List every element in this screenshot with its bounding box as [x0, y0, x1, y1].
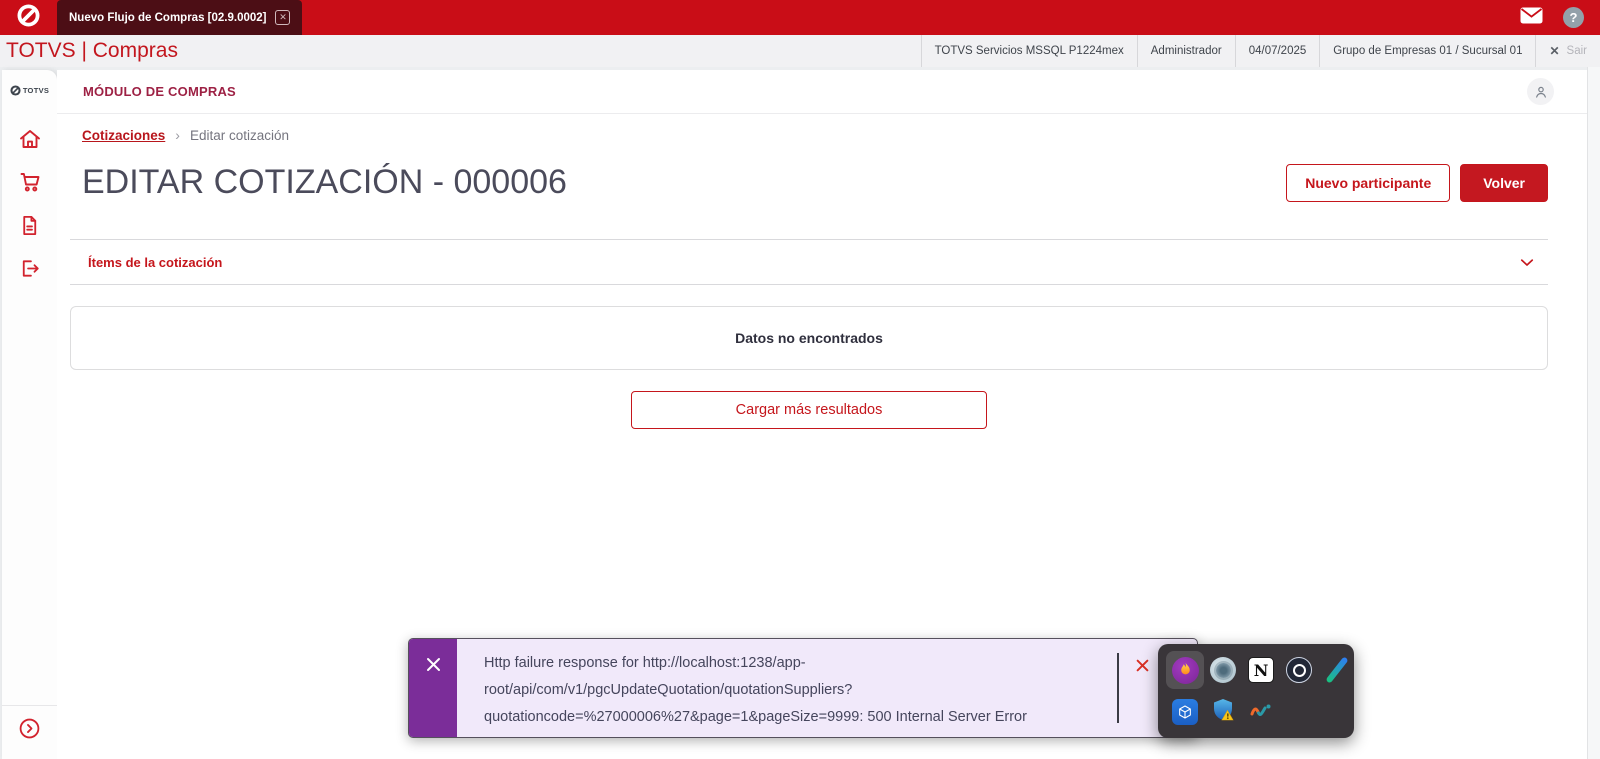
totvs-mini-logo-icon — [10, 85, 21, 96]
dock-gear-sphere-app[interactable] — [1204, 651, 1242, 689]
module-header: MÓDULO DE COMPRAS — [57, 70, 1600, 114]
page-title: EDITAR COTIZACIÓN - 000006 — [82, 163, 567, 201]
toast-message-line: quotationcode=%27000006%27&page=1&pageSi… — [484, 708, 1027, 725]
logout-x-icon: ✕ — [1549, 44, 1560, 58]
notion-app-icon: N — [1248, 657, 1274, 683]
mail-icon[interactable] — [1520, 7, 1543, 29]
dock-ring-app[interactable] — [1280, 651, 1318, 689]
dock-cube-app[interactable] — [1166, 693, 1204, 731]
flame-app-icon — [1171, 656, 1199, 684]
sidebar-item-purchases[interactable] — [17, 169, 43, 195]
empty-state-box: Datos no encontrados — [70, 306, 1548, 370]
tab-close-icon[interactable]: ✕ — [275, 10, 291, 25]
pen-app-icon — [1325, 656, 1349, 684]
dock-squiggle-app[interactable] — [1242, 693, 1280, 731]
quotation-items-section-header[interactable]: Ítems de la cotización — [70, 240, 1548, 285]
document-icon — [23, 215, 37, 235]
chevron-down-icon[interactable] — [1518, 253, 1536, 271]
breadcrumb-separator-icon: › — [175, 127, 180, 143]
sidebar-logo-label: TOTVS — [22, 86, 50, 95]
date-info: 04/07/2025 — [1234, 35, 1320, 67]
dock-flame-app[interactable] — [1166, 651, 1204, 689]
load-more-button[interactable]: Cargar más resultados — [631, 391, 987, 429]
user-avatar-button[interactable] — [1527, 78, 1554, 105]
squiggle-app-icon — [1249, 702, 1273, 723]
sidebar-item-home[interactable] — [17, 126, 43, 152]
sidebar-expand-button[interactable] — [18, 717, 41, 745]
sidebar: TOTVS — [2, 70, 57, 759]
close-icon — [426, 658, 440, 671]
breadcrumb-cotizaciones-link[interactable]: Cotizaciones — [82, 128, 165, 143]
logout-button[interactable]: ✕ Sair — [1535, 35, 1600, 67]
dock-security-shield-app[interactable] — [1204, 693, 1242, 731]
cube-app-icon — [1172, 699, 1198, 725]
dock-pen-app[interactable] — [1318, 651, 1356, 689]
shopping-cart-icon — [20, 173, 39, 192]
company-branch-info: Grupo de Empresas 01 / Sucursal 01 — [1319, 35, 1535, 67]
new-participant-button[interactable]: Nuevo participante — [1286, 163, 1451, 202]
ring-app-icon — [1286, 657, 1312, 683]
user-info: Administrador — [1136, 35, 1235, 67]
vertical-scrollbar[interactable] — [1587, 67, 1600, 759]
sidebar-totvs-logo: TOTVS — [10, 85, 49, 96]
app-bar: TOTVS | Compras TOTVS Servicios MSSQL P1… — [0, 35, 1600, 67]
sidebar-item-documents[interactable] — [17, 212, 43, 238]
totvs-logo-icon — [16, 3, 41, 33]
environment-info: TOTVS Servicios MSSQL P1224mex — [920, 35, 1137, 67]
sidebar-item-exit[interactable] — [17, 255, 43, 281]
app-brand: TOTVS | Compras — [6, 39, 178, 62]
back-button[interactable]: Volver — [1460, 163, 1548, 202]
gear-sphere-app-icon — [1210, 657, 1236, 683]
dock-notion-app[interactable]: N — [1242, 651, 1280, 689]
module-title: MÓDULO DE COMPRAS — [83, 84, 236, 99]
help-icon[interactable]: ? — [1563, 7, 1584, 28]
toast-message-line: root/api/com/v1/pgcUpdateQuotation/quota… — [484, 681, 853, 698]
app-dock: N — [1158, 644, 1354, 738]
user-icon — [1535, 86, 1546, 98]
totvs-logo-tile[interactable] — [0, 0, 57, 35]
home-icon — [19, 130, 40, 148]
security-shield-alert-icon — [1210, 697, 1236, 728]
breadcrumb: Cotizaciones › Editar cotización — [82, 127, 1548, 143]
empty-state-message: Datos no encontrados — [735, 330, 883, 346]
breadcrumb-current: Editar cotización — [189, 127, 290, 143]
error-toast: Http failure response for http://localho… — [408, 638, 1198, 738]
section-title: Ítems de la cotización — [88, 254, 223, 270]
toast-message: Http failure response for http://localho… — [457, 639, 1117, 737]
chevron-right-circle-icon — [19, 718, 40, 739]
program-tab-label: Nuevo Flujo de Compras [02.9.0002] — [69, 11, 267, 24]
logout-door-icon — [22, 259, 39, 277]
program-tab[interactable]: Nuevo Flujo de Compras [02.9.0002] ✕ — [57, 0, 303, 35]
toast-message-line: Http failure response for http://localho… — [484, 655, 806, 671]
toast-accent-close[interactable] — [409, 639, 457, 737]
toast-close-icon[interactable] — [1135, 658, 1150, 673]
logout-label: Sair — [1566, 45, 1587, 57]
window-titlebar: Nuevo Flujo de Compras [02.9.0002] ✕ ? — [0, 0, 1600, 35]
